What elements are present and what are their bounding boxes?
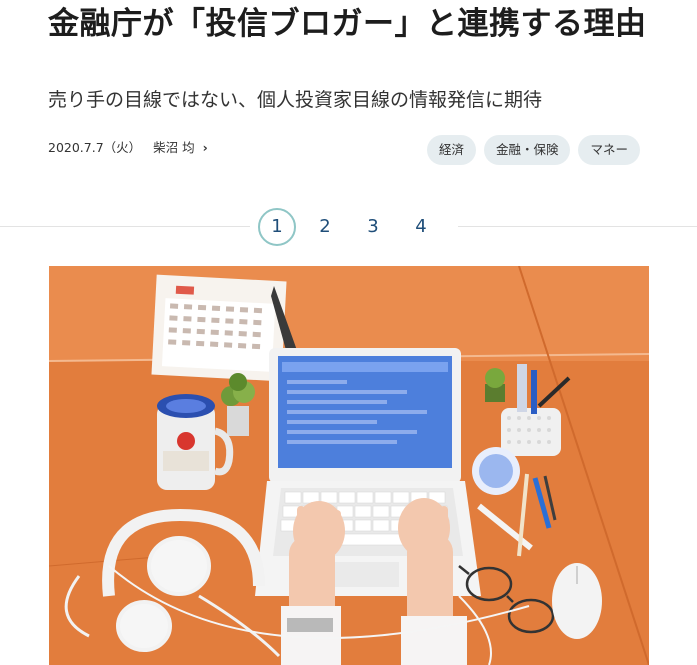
author-link[interactable]: 柴沼 均 ›: [153, 137, 208, 156]
sleeve-left: [281, 606, 341, 665]
tag-money[interactable]: マネー: [578, 135, 640, 165]
tag-economy[interactable]: 経済: [426, 135, 476, 165]
tag-list: 経済 金融・保険 マネー: [426, 135, 640, 165]
page-4-button[interactable]: 4: [402, 208, 440, 246]
mouse-icon: [552, 563, 602, 639]
page-3-button[interactable]: 3: [354, 208, 392, 246]
article-meta: 2020.7.7（火） 柴沼 均 ›: [48, 137, 208, 156]
badge-icon: [472, 447, 520, 495]
article-photo: [49, 266, 649, 665]
article-date: 2020.7.7（火）: [48, 140, 142, 155]
article-subtitle: 売り手の目線ではない、個人投資家目線の情報発信に期待: [48, 89, 543, 111]
tag-finance-insurance[interactable]: 金融・保険: [483, 135, 571, 165]
author-name: 柴沼 均: [153, 140, 195, 155]
chevron-right-icon: ›: [202, 140, 208, 155]
page-2-button[interactable]: 2: [306, 208, 344, 246]
pagination: 1 2 3 4: [250, 205, 458, 249]
article-title: 金融庁が「投信ブロガー」と連携する理由: [48, 6, 647, 42]
page-1-button[interactable]: 1: [258, 208, 296, 246]
desk-photo-illustration: [49, 266, 649, 665]
watch-icon: [287, 618, 333, 632]
